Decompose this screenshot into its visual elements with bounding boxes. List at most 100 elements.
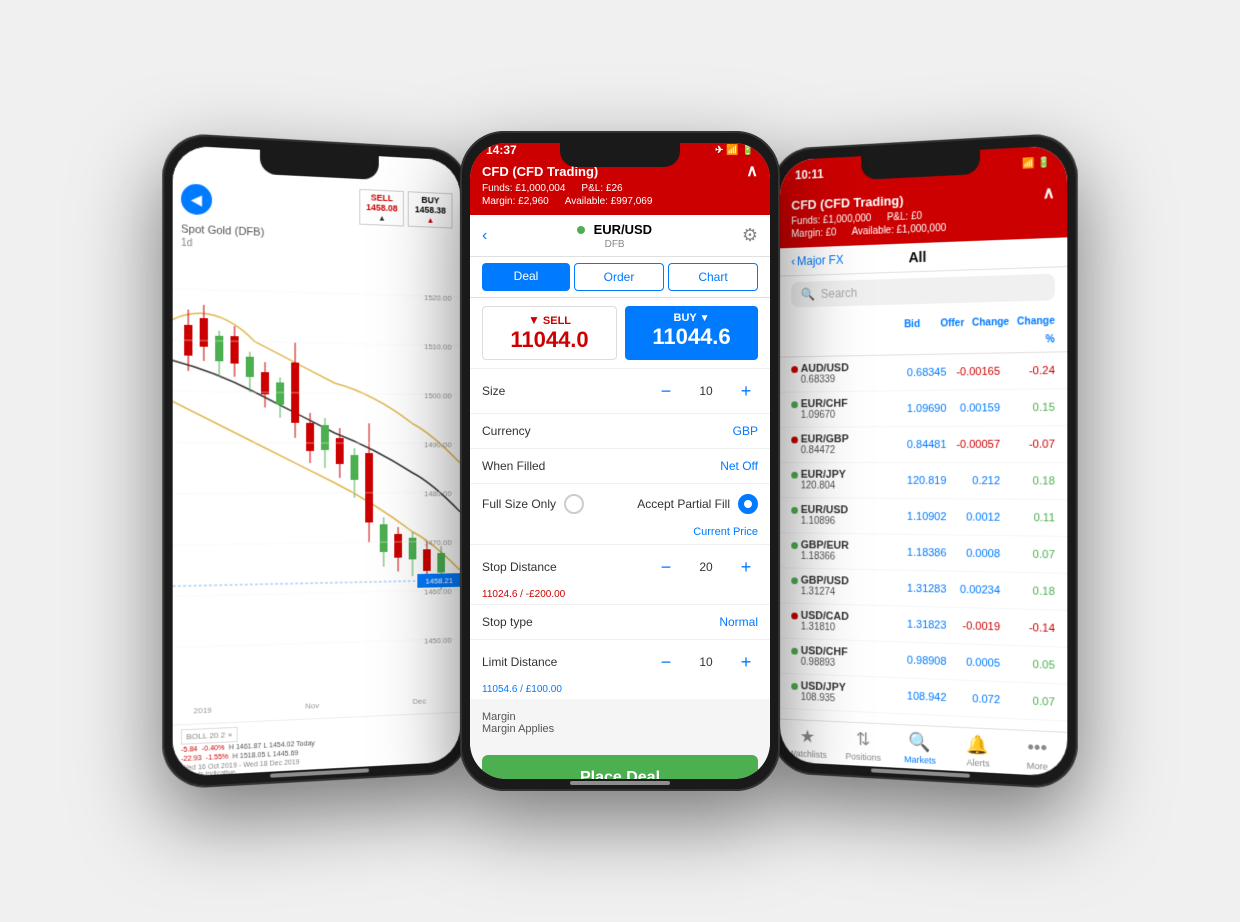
phone-deal: 14:37 ✈ 📶 🔋 CFD (CFD Trading) ∧ Funds: £… bbox=[460, 131, 780, 791]
limit-stepper: − 10 + bbox=[654, 650, 758, 674]
market-row-2[interactable]: EUR/GBP 0.84472 0.84481 -0.00057 -0.07 bbox=[780, 426, 1067, 463]
market-bid-7: 1.31810 bbox=[801, 622, 849, 634]
pl: P&L: £0 bbox=[887, 211, 922, 223]
stop-increase[interactable]: + bbox=[734, 555, 758, 579]
nav-watchlists[interactable]: ★ Watchlists bbox=[780, 725, 835, 760]
phone-chart: ◀ SELL 1458.08 ▲ BUY 1458.38 ▲ bbox=[162, 132, 469, 790]
stop-value: 20 bbox=[686, 560, 726, 574]
stop-type-label: Stop type bbox=[482, 615, 719, 629]
limit-note: 11054.6 / £100.00 bbox=[470, 684, 770, 699]
market-bid-6: 1.31274 bbox=[801, 586, 849, 598]
nav-alerts[interactable]: 🔔 Alerts bbox=[949, 733, 1008, 769]
margin-section: Margin Margin Applies bbox=[470, 699, 770, 747]
svg-text:Nov: Nov bbox=[305, 701, 319, 711]
market-name-1: EUR/CHF bbox=[801, 398, 848, 410]
limit-value: 10 bbox=[686, 655, 726, 669]
full-size-radio[interactable] bbox=[564, 494, 584, 514]
instrument-bar: ‹ EUR/USD DFB ⚙ bbox=[470, 215, 770, 257]
size-decrease[interactable]: − bbox=[654, 379, 678, 403]
accept-partial-radio[interactable] bbox=[738, 494, 758, 514]
buy-label: BUY 1458.38 ▲ bbox=[408, 191, 452, 228]
offer-6: 1.31283 bbox=[894, 582, 947, 595]
sell-price-box[interactable]: ▼ SELL 11044.0 bbox=[482, 306, 617, 360]
col-bid: Bid bbox=[876, 314, 920, 351]
limit-decrease[interactable]: − bbox=[654, 650, 678, 674]
search-bar[interactable]: 🔍 Search bbox=[791, 274, 1055, 308]
market-row-3[interactable]: EUR/JPY 120.804 120.819 0.212 0.18 bbox=[780, 463, 1067, 500]
price-row: ▼ SELL 11044.0 BUY ▼ 11044.6 bbox=[470, 298, 770, 368]
chart-back-button[interactable]: ◀ bbox=[181, 183, 212, 215]
place-deal-button[interactable]: Place Deal bbox=[482, 755, 758, 779]
change-pct-1: 0.15 bbox=[1000, 401, 1055, 414]
markets-icon: 🔍 bbox=[909, 731, 931, 753]
market-bid-1: 1.09670 bbox=[801, 410, 848, 421]
currency-row: Currency GBP bbox=[470, 413, 770, 448]
offer-4: 1.10902 bbox=[894, 510, 947, 523]
chart-price-labels: SELL 1458.08 ▲ BUY 1458.38 ▲ bbox=[359, 189, 452, 229]
timeframe: 1d bbox=[181, 238, 193, 250]
status-dot-8 bbox=[791, 648, 798, 655]
positions-icon: ⇅ bbox=[856, 729, 871, 751]
change-pct-6: 0.18 bbox=[1000, 584, 1055, 597]
header-title: CFD (CFD Trading) bbox=[791, 192, 903, 212]
funds: Funds: £1,000,000 bbox=[791, 213, 871, 227]
settings-icon[interactable]: ⚙ bbox=[742, 225, 758, 246]
tab-deal[interactable]: Deal bbox=[482, 263, 570, 291]
buy-label: BUY ▼ bbox=[631, 312, 752, 324]
instrument-cell-0: AUD/USD 0.68339 bbox=[791, 361, 894, 385]
size-stepper: − 10 + bbox=[654, 379, 758, 403]
instrument-cell-4: EUR/USD 1.10896 bbox=[791, 504, 894, 528]
nav-markets[interactable]: 🔍 Markets bbox=[891, 731, 948, 767]
limit-increase[interactable]: + bbox=[734, 650, 758, 674]
market-row-0[interactable]: AUD/USD 0.68339 0.68345 -0.00165 -0.24 bbox=[780, 352, 1067, 392]
offer-1: 1.09690 bbox=[894, 402, 947, 414]
current-price-label: Current Price bbox=[470, 524, 770, 544]
market-row-5[interactable]: GBP/EUR 1.18366 1.18386 0.0008 0.07 bbox=[780, 533, 1067, 574]
status-dot-7 bbox=[791, 612, 798, 619]
change-pct-7: -0.14 bbox=[1000, 621, 1055, 635]
change-pct-0: -0.24 bbox=[1000, 364, 1055, 377]
svg-text:Dec: Dec bbox=[413, 697, 427, 706]
chart-screen: ◀ SELL 1458.08 ▲ BUY 1458.38 ▲ bbox=[173, 145, 460, 777]
status-time: 10:11 bbox=[795, 167, 824, 182]
nav-positions[interactable]: ⇅ Positions bbox=[835, 728, 891, 764]
chart-area: 1458.21 1520.00 1510.00 1500.00 bbox=[173, 253, 460, 725]
change-pct-4: 0.11 bbox=[1000, 511, 1055, 524]
partial-fill-row: Full Size Only Accept Partial Fill bbox=[470, 483, 770, 524]
buy-price: 11044.6 bbox=[631, 324, 752, 350]
market-row-1[interactable]: EUR/CHF 1.09670 1.09690 0.00159 0.15 bbox=[780, 389, 1067, 428]
star-icon: ★ bbox=[800, 726, 815, 747]
header-close[interactable]: ∧ bbox=[1043, 183, 1055, 204]
svg-text:1470.00: 1470.00 bbox=[424, 538, 452, 547]
nav-more[interactable]: ••• More bbox=[1007, 736, 1067, 773]
buy-price-box[interactable]: BUY ▼ 11044.6 bbox=[625, 306, 758, 360]
offer-3: 120.819 bbox=[894, 474, 947, 486]
change-4: 0.0012 bbox=[946, 511, 1000, 524]
tab-chart[interactable]: Chart bbox=[668, 263, 758, 291]
market-name-4: EUR/USD bbox=[801, 504, 848, 516]
offer-8: 0.98908 bbox=[894, 654, 947, 668]
header-close[interactable]: ∧ bbox=[746, 161, 758, 181]
nav-back[interactable]: ‹ Major FX bbox=[791, 253, 843, 269]
instrument-cell-7: USD/CAD 1.31810 bbox=[791, 610, 894, 636]
status-dot-9 bbox=[791, 683, 798, 690]
margin: Margin: £2,960 bbox=[482, 196, 549, 207]
search-icon: 🔍 bbox=[801, 287, 815, 301]
stop-decrease[interactable]: − bbox=[654, 555, 678, 579]
sell-label: ▼ SELL bbox=[489, 313, 610, 327]
stop-type-row: Stop type Normal bbox=[470, 604, 770, 639]
status-dot-4 bbox=[791, 507, 798, 514]
instrument-status-dot bbox=[577, 226, 585, 234]
change-6: 0.00234 bbox=[946, 583, 1000, 596]
status-dot-3 bbox=[791, 472, 798, 479]
svg-text:1500.00: 1500.00 bbox=[424, 391, 452, 400]
offer-2: 0.84481 bbox=[894, 438, 947, 450]
tab-order[interactable]: Order bbox=[574, 263, 664, 291]
market-row-4[interactable]: EUR/USD 1.10896 1.10902 0.0012 0.11 bbox=[780, 498, 1067, 537]
currency-value: GBP bbox=[733, 424, 758, 438]
offer-0: 0.68345 bbox=[894, 366, 947, 379]
stop-stepper: − 20 + bbox=[654, 555, 758, 579]
market-bid-4: 1.10896 bbox=[801, 516, 848, 527]
change-9: 0.072 bbox=[946, 692, 1000, 706]
size-increase[interactable]: + bbox=[734, 379, 758, 403]
